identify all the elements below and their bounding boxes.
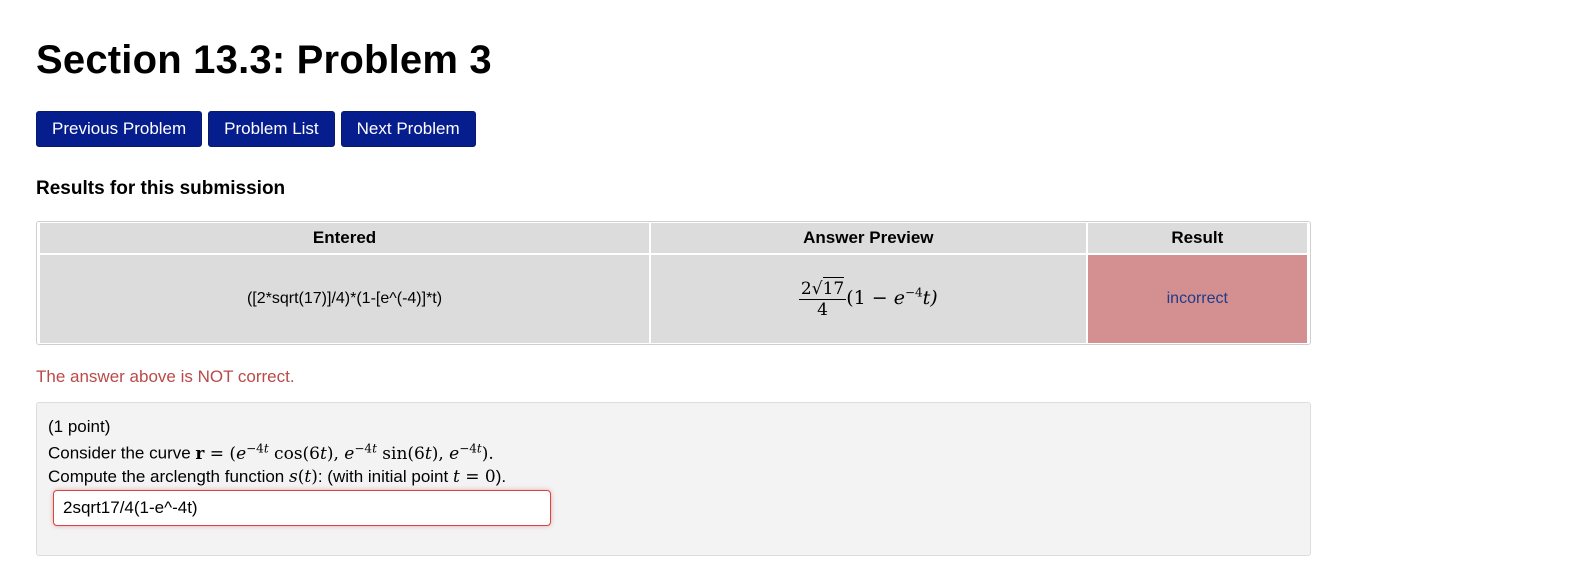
answer-input[interactable] (53, 490, 551, 526)
arclength-function-math: s(t) (288, 467, 318, 487)
preview-denominator: 4 (817, 299, 828, 320)
arclength-mid: : (with initial point (317, 467, 453, 486)
problem-nav: Previous Problem Problem List Next Probl… (36, 111, 476, 147)
preview-factor-close: t) (922, 287, 938, 309)
problem-line-curve: Consider the curve r = (e−4t cos(6t), e−… (48, 441, 494, 464)
result-cell: incorrect (1087, 255, 1307, 343)
preview-base: e (893, 287, 905, 309)
previous-problem-button[interactable]: Previous Problem (36, 111, 203, 147)
curve-math: r = (e−4t cos(6t), e−4t sin(6t), e−4t). (195, 441, 494, 464)
arclength-prefix: Compute the arclength function (48, 467, 289, 486)
results-table: Entered Answer Preview Result ([2*sqrt(1… (38, 223, 1309, 343)
table-row: ([2*sqrt(17)]/4)*(1-[e^(-4)]*t) 2√17 4 (… (40, 255, 1307, 343)
numerator-coeff: 2 (800, 278, 812, 299)
entered-answer-cell: ([2*sqrt(17)]/4)*(1-[e^(-4)]*t) (40, 255, 650, 343)
preview-exponent: −4 (904, 285, 923, 300)
results-heading: Results for this submission (36, 178, 286, 199)
initial-point-math: t = 0 (452, 467, 496, 487)
answer-preview-math: 2√17 4 (1 − e−4t) (798, 276, 938, 320)
problem-points: (1 point) (48, 417, 111, 436)
curve-prefix: Consider the curve (48, 443, 196, 463)
feedback-message: The answer above is NOT correct. (36, 367, 295, 386)
preview-factor-open: (1 − (846, 287, 894, 309)
answer-preview-cell: 2√17 4 (1 − e−4t) (651, 255, 1086, 343)
column-header-answer-preview: Answer Preview (651, 223, 1086, 255)
numerator-radicand: 17 (822, 276, 845, 299)
results-table-container: Entered Answer Preview Result ([2*sqrt(1… (36, 221, 1311, 345)
preview-numerator: 2√17 (798, 276, 847, 300)
column-header-entered: Entered (40, 223, 650, 255)
sqrt-symbol: √ (811, 278, 823, 299)
arclength-suffix: ). (495, 467, 507, 486)
results-header-row: Entered Answer Preview Result (40, 223, 1307, 255)
problem-list-button[interactable]: Problem List (208, 111, 335, 147)
problem-statement: (1 point) Consider the curve r = (e−4t c… (36, 402, 1311, 556)
column-header-result: Result (1087, 223, 1307, 255)
problem-line-arclength: Compute the arclength function s(t): (wi… (48, 467, 506, 487)
page-title: Section 13.3: Problem 3 (36, 38, 492, 82)
next-problem-button[interactable]: Next Problem (340, 111, 476, 147)
preview-fraction: 2√17 4 (798, 276, 847, 320)
